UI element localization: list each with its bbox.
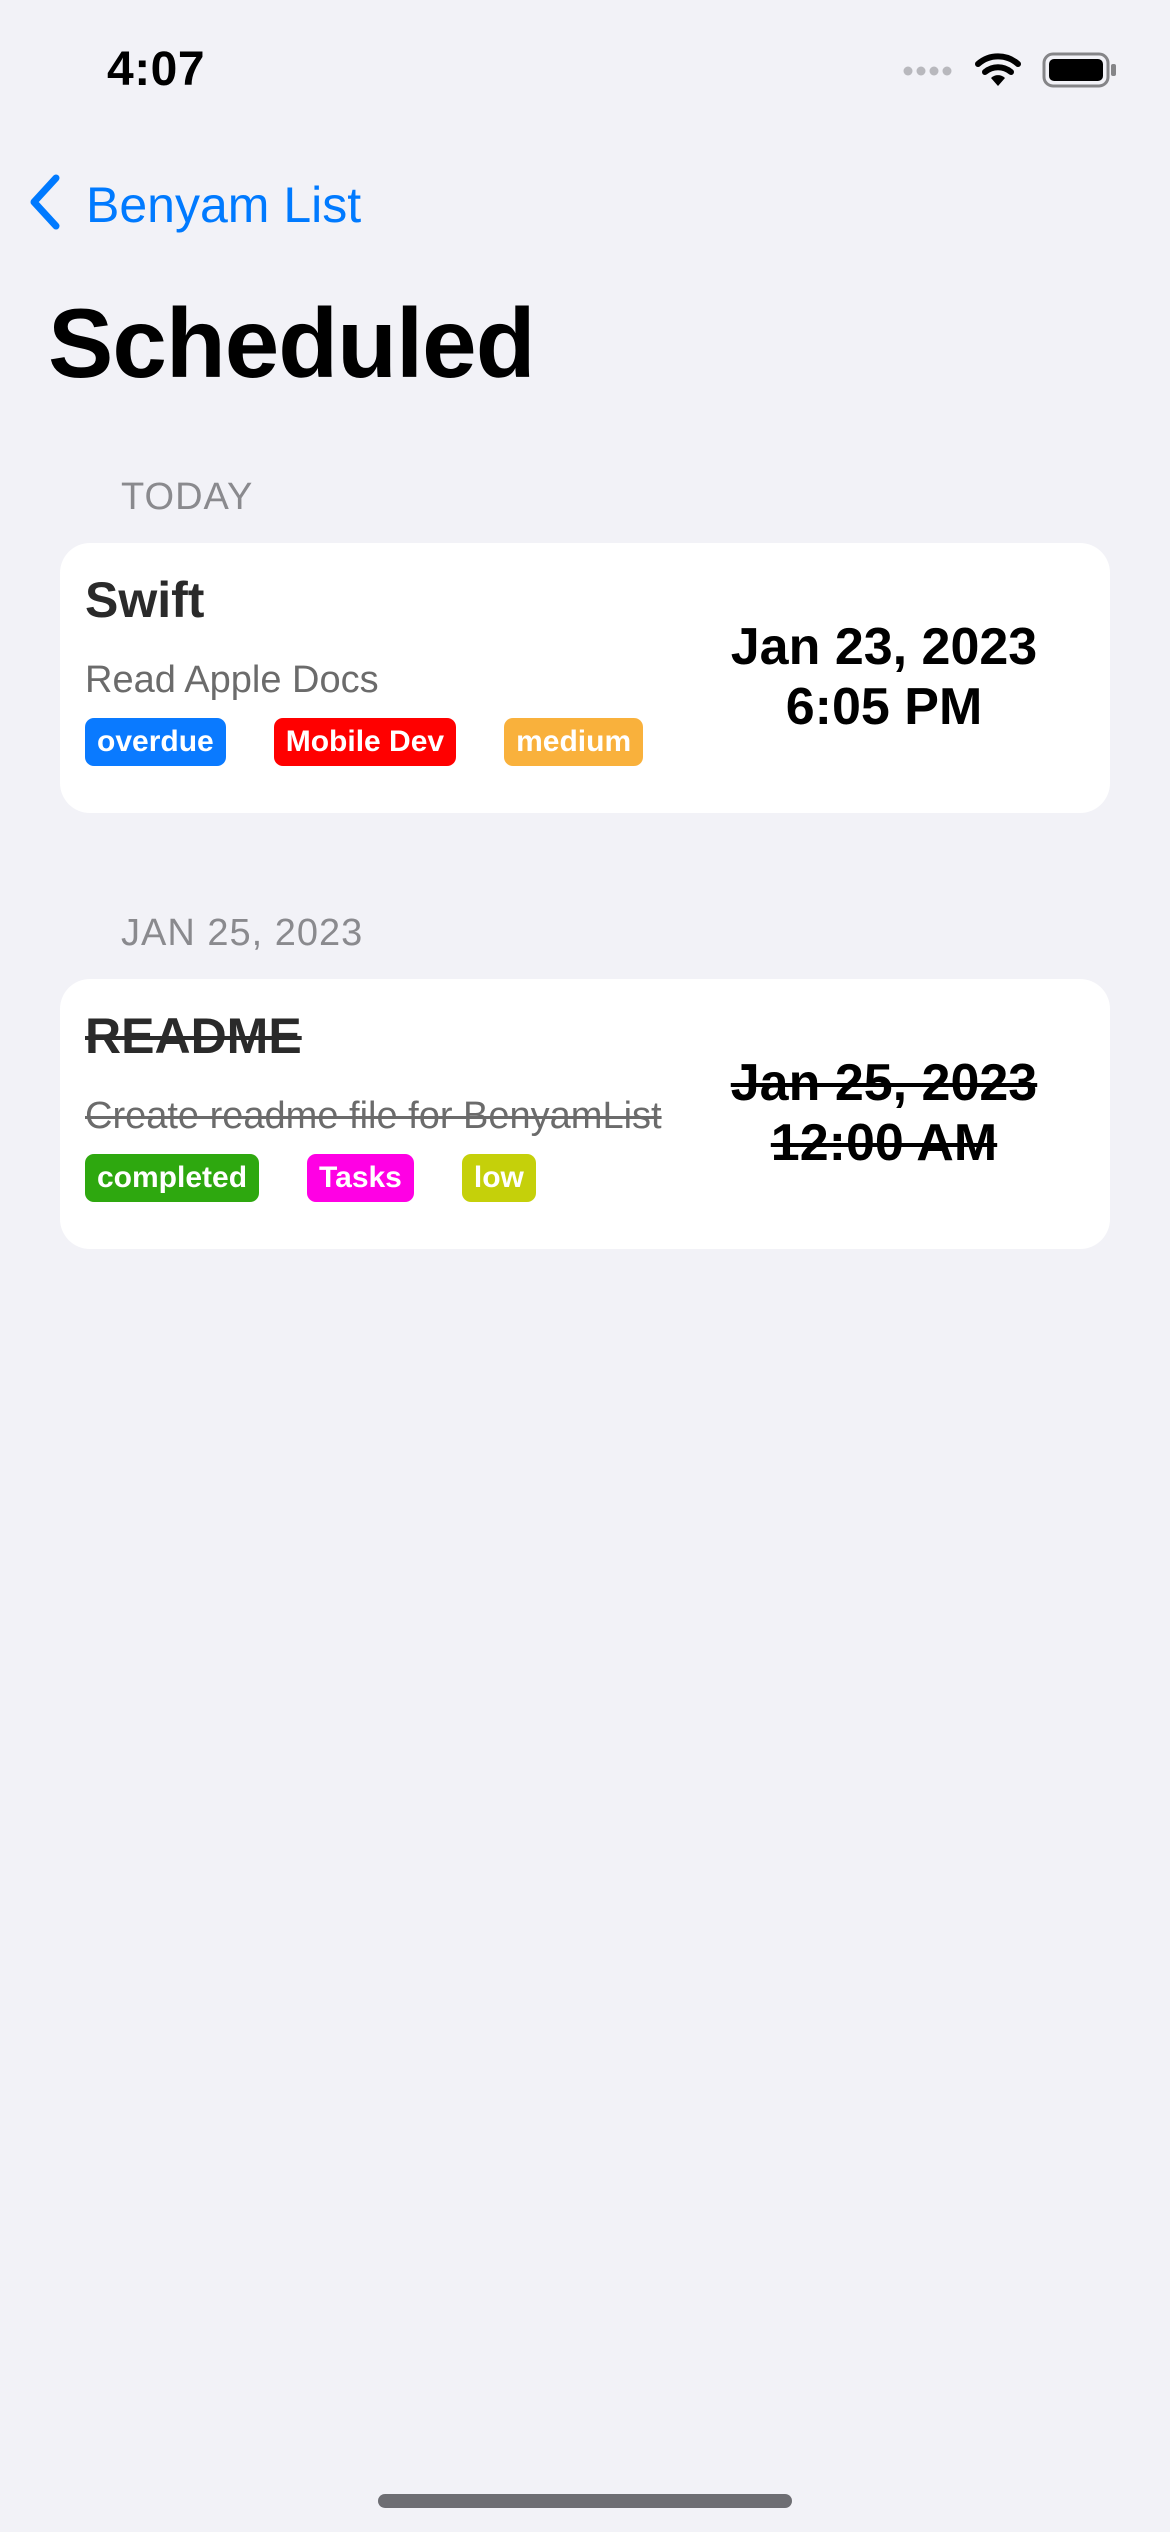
status-icons	[902, 52, 1118, 93]
tag-list: overdue Mobile Dev medium	[85, 718, 691, 766]
wifi-icon	[974, 52, 1022, 93]
tag-list: completed Tasks low	[85, 1154, 662, 1202]
priority-badge: low	[461, 1154, 536, 1202]
priority-badge: medium	[504, 718, 644, 766]
status-badge: completed	[85, 1154, 260, 1202]
reminder-date-time: 12:00 AM	[770, 1114, 998, 1172]
reminder-date-day: Jan 23, 2023	[730, 618, 1038, 676]
battery-icon	[1042, 52, 1118, 93]
section-header-today: TODAY	[121, 476, 254, 518]
page-title: Scheduled	[48, 288, 536, 398]
category-badge: Mobile Dev	[273, 718, 457, 766]
section-header-date: JAN 25, 2023	[121, 912, 364, 954]
category-badge: Tasks	[307, 1154, 414, 1202]
reminder-date: Jan 25, 2023 12:00 AM	[704, 1053, 1064, 1173]
status-time: 4:07	[107, 43, 206, 96]
reminder-title: Swift	[85, 572, 205, 628]
reminder-content: README Create readme file for BenyamList…	[85, 1007, 662, 1202]
reminder-date-day: Jan 25, 2023	[730, 1054, 1038, 1112]
reminder-date: Jan 23, 2023 6:05 PM	[704, 617, 1064, 737]
reminder-title: README	[85, 1008, 302, 1064]
status-bar: 4:07	[0, 0, 1170, 140]
reminder-row[interactable]: Swift Read Apple Docs overdue Mobile Dev…	[60, 543, 1110, 813]
chevron-left-icon	[26, 172, 86, 237]
reminder-subtitle: Read Apple Docs	[85, 659, 379, 701]
reminder-row[interactable]: README Create readme file for BenyamList…	[60, 979, 1110, 1249]
back-button[interactable]: Benyam List	[26, 172, 361, 237]
cellular-dots-icon	[902, 64, 954, 82]
reminder-date-time: 6:05 PM	[785, 678, 983, 736]
back-button-label: Benyam List	[86, 176, 362, 233]
reminder-subtitle: Create readme file for BenyamList	[85, 1095, 662, 1137]
status-badge: overdue	[85, 718, 226, 766]
reminder-content: Swift Read Apple Docs overdue Mobile Dev…	[85, 571, 691, 766]
home-indicator[interactable]	[378, 2494, 792, 2508]
